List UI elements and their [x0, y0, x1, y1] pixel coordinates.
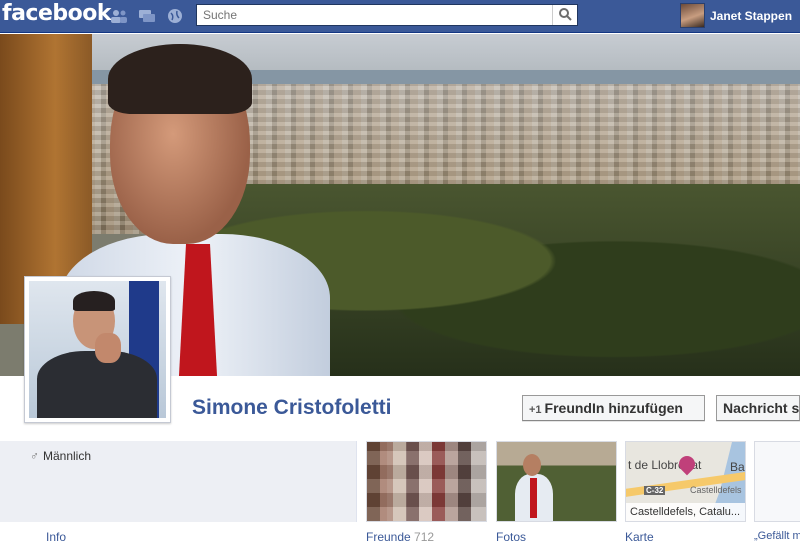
- friend-requests-icon[interactable]: [110, 8, 128, 24]
- road-label: C-32: [644, 486, 666, 495]
- map-label: Bar: [730, 460, 745, 474]
- profile-name[interactable]: Simone Cristofoletti: [192, 396, 392, 420]
- facebook-logo[interactable]: facebook: [2, 1, 112, 26]
- gender-info: ♂ Männlich: [30, 449, 91, 463]
- messages-icon[interactable]: [138, 8, 156, 24]
- search-input[interactable]: [197, 5, 552, 25]
- search-icon: [559, 8, 572, 21]
- tab-friends-label: Freunde: [366, 530, 411, 544]
- tab-map[interactable]: Karte: [625, 530, 654, 544]
- map-label: Castelldefels: [690, 485, 742, 495]
- top-bar: facebook Janet Stappen: [0, 0, 800, 33]
- photos-tile[interactable]: [496, 441, 617, 522]
- tab-friends[interactable]: Freunde 712: [366, 530, 434, 544]
- search-button[interactable]: [552, 5, 577, 25]
- tab-likes[interactable]: „Gefällt mi: [754, 530, 800, 542]
- profile-picture[interactable]: [24, 276, 171, 423]
- male-icon: ♂: [30, 449, 39, 463]
- tab-photos[interactable]: Fotos: [496, 530, 526, 544]
- friends-count: 712: [414, 530, 435, 544]
- map-caption: Castelldefels, Catalu...: [626, 503, 745, 521]
- add-friend-label: FreundIn hinzufügen: [544, 400, 683, 416]
- notifications-globe-icon[interactable]: [166, 8, 184, 24]
- map-tile[interactable]: t de Llobregat Bar C-32 Castelldefels Ca…: [625, 441, 746, 522]
- search-box: [196, 4, 578, 26]
- add-friend-button[interactable]: +1 FreundIn hinzufügen: [522, 395, 705, 421]
- add-friend-icon: +1: [529, 404, 542, 416]
- gender-label: Männlich: [43, 449, 92, 463]
- likes-tile[interactable]: [754, 441, 800, 522]
- message-button[interactable]: Nachricht s: [716, 395, 800, 421]
- friends-tile[interactable]: [366, 441, 487, 522]
- avatar: [680, 3, 705, 28]
- tab-info[interactable]: Info: [46, 530, 66, 544]
- current-user-name: Janet Stappen: [710, 9, 793, 23]
